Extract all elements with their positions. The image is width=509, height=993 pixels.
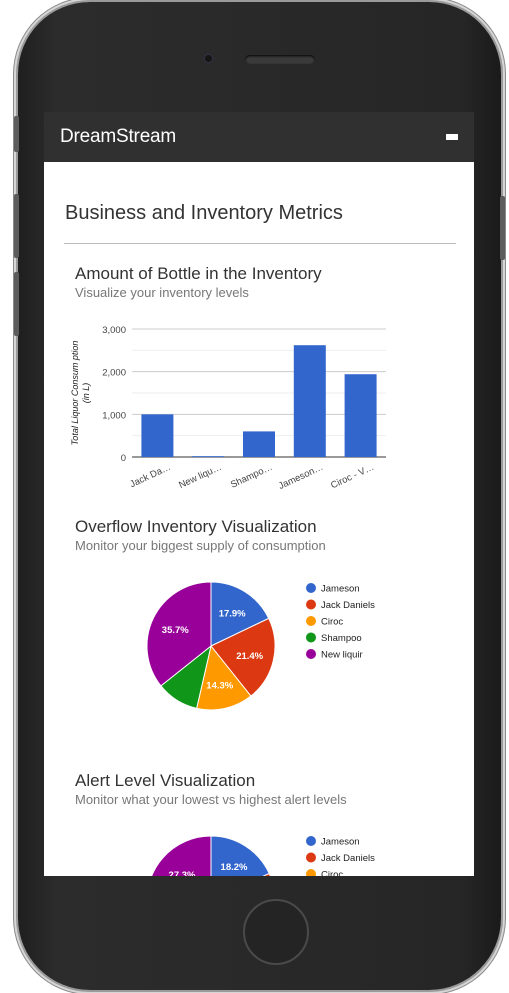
app-screen: DreamStream Business and Inventory Metri… [44,112,474,876]
y-tick-label: 0 [121,453,126,464]
bar [293,345,326,457]
slice-label: 14.3% [206,681,233,692]
legend-label: New liquir [321,650,363,661]
bar [192,456,225,457]
bar [243,431,275,457]
legend-marker [306,836,316,846]
y-axis-label: Total Liquor Consum ption(in L) [70,341,91,446]
overflow-chart-title: Overflow Inventory Visualization [75,517,317,536]
slice-label: 27.3% [169,870,196,876]
divider [64,243,456,244]
inventory-chart-subtitle: Visualize your inventory levels [75,285,249,300]
legend-marker [306,616,316,626]
x-tick-label: Jameson… [277,462,325,492]
x-tick-label: Jack Da… [128,462,172,490]
x-tick-label: New liqu… [177,462,223,491]
volume-down-button [14,272,19,336]
y-axis-label-line: Total Liquor Consum ption [70,341,80,446]
x-tick-label: Shampo… [229,462,274,491]
y-tick-label: 1,000 [102,410,126,421]
slice-label: 18.2% [221,862,248,873]
bar [344,374,377,457]
navbar: DreamStream [44,112,474,162]
earpiece-speaker [245,55,315,64]
overflow-chart-subtitle: Monitor your biggest supply of consumpti… [75,538,326,553]
legend-label: Shampoo [321,633,362,644]
mute-switch [14,116,19,152]
legend-label: Ciroc [321,617,343,628]
slice-label: 35.7% [162,625,189,636]
legend-label: Jack Daniels [321,600,375,611]
y-tick-label: 2,000 [102,368,126,379]
legend-marker [306,583,316,593]
alert-pie-chart: 18.2% 27.3% Jameson Jack Daniels Ciroc [151,835,375,877]
front-camera [203,53,214,64]
y-tick-label: 3,000 [102,325,126,336]
overflow-pie-chart: 17.9% 21.4% 14.3% 35.7% Jameson Jack Daniels C… [146,581,375,711]
alert-chart-title: Alert Level Visualization [75,771,256,790]
alert-chart-subtitle: Monitor what your lowest vs highest aler… [75,792,347,807]
legend-marker [306,632,316,643]
y-axis-label-line: (in L) [81,383,91,404]
legend-marker [306,649,316,659]
page-title: Business and Inventory Metrics [65,202,343,224]
home-button[interactable] [243,899,309,965]
inventory-chart-title: Amount of Bottle in the Inventory [75,264,322,283]
legend-label: Ciroc [321,870,343,877]
x-tick-label: Ciroc - V… [329,462,376,492]
legend-label: Jameson [321,584,360,595]
volume-up-button [14,194,19,258]
slice-label: 17.9% [219,608,246,619]
legend-label: Jameson [321,837,360,848]
legend-marker [306,599,316,610]
slice-label: 21.4% [236,651,263,662]
legend-marker [306,852,316,863]
bar [141,414,174,457]
hamburger-menu-icon[interactable] [446,131,458,143]
legend-label: Jack Daniels [321,853,375,864]
brand-logo[interactable]: DreamStream [60,126,176,148]
legend-marker [306,869,316,876]
power-button [500,196,505,260]
inventory-bar-chart: 0 1,000 2,000 3,000 Total Liquor Consum ptio… [70,325,386,492]
